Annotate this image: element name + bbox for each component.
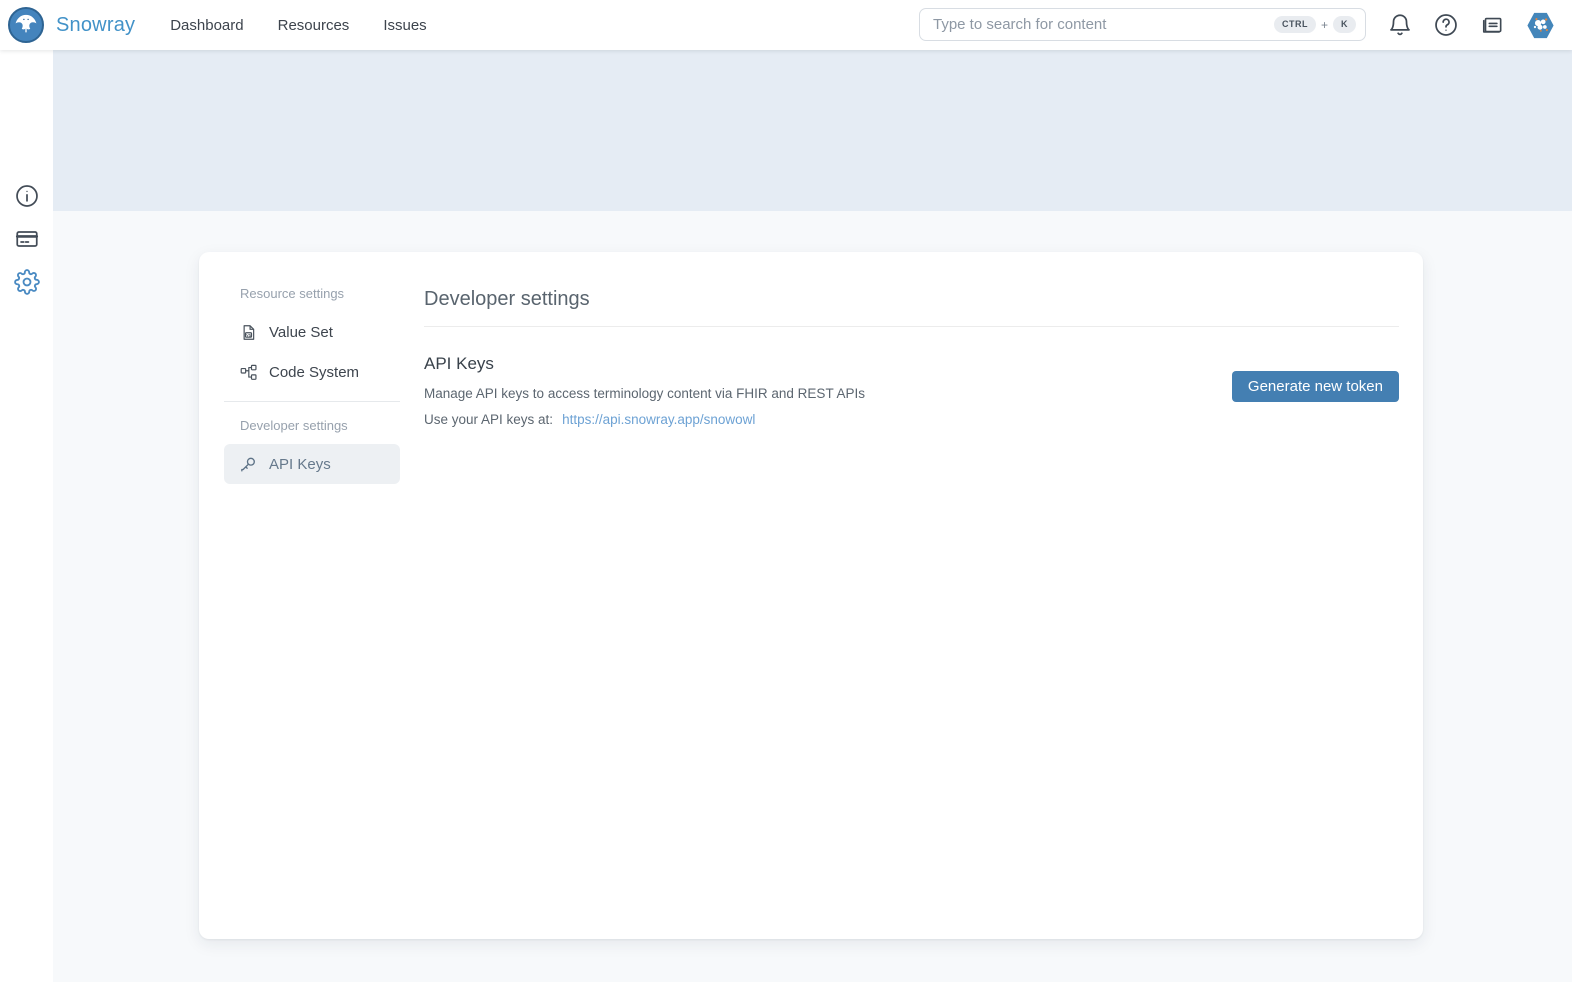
nav-item-dashboard[interactable]: Dashboard [170, 17, 243, 34]
shortcut-key-ctrl: CTRL [1274, 16, 1316, 33]
search-input[interactable] [933, 16, 1274, 33]
header-icon-group [1387, 0, 1556, 50]
global-search[interactable]: CTRL + K [919, 8, 1366, 41]
nav-item-api-keys[interactable]: API Keys [224, 444, 400, 484]
settings-card: Resource settings VS Value Set Code Syst… [199, 252, 1423, 939]
notifications-bell-icon[interactable] [1387, 12, 1413, 38]
code-system-icon [239, 363, 258, 382]
info-icon[interactable] [14, 183, 40, 209]
nav-item-label: Value Set [269, 324, 333, 341]
shortcut-plus: + [1321, 18, 1328, 32]
nav-section-heading-resource-settings: Resource settings [224, 278, 400, 312]
top-nav-bar: Snowray Dashboard Resources Issues CTRL … [0, 0, 1572, 50]
brand-name[interactable]: Snowray [56, 14, 135, 37]
nav-item-label: Code System [269, 364, 359, 381]
section-heading: API Keys [424, 354, 865, 374]
nav-item-label: API Keys [269, 456, 331, 473]
api-keys-section: API Keys Manage API keys to access termi… [424, 354, 1399, 427]
help-icon[interactable] [1433, 12, 1459, 38]
shortcut-key-k: K [1333, 16, 1356, 33]
snowray-logo[interactable] [8, 7, 44, 43]
primary-nav: Dashboard Resources Issues [170, 17, 426, 34]
title-divider [424, 326, 1399, 327]
nav-item-resources[interactable]: Resources [278, 17, 350, 34]
settings-content: Developer settings API Keys Manage API k… [424, 278, 1399, 939]
nav-divider [224, 401, 400, 402]
page-title: Developer settings [424, 288, 1399, 311]
svg-text:VS: VS [246, 333, 251, 337]
nav-item-value-set[interactable]: VS Value Set [224, 312, 400, 352]
value-set-icon: VS [239, 323, 258, 342]
user-avatar[interactable] [1525, 10, 1556, 41]
key-icon [239, 455, 258, 474]
settings-gear-icon[interactable] [14, 269, 40, 295]
news-icon[interactable] [1479, 12, 1505, 38]
billing-card-icon[interactable] [14, 226, 40, 252]
settings-nav: Resource settings VS Value Set Code Syst… [224, 278, 400, 939]
api-keys-text-block: API Keys Manage API keys to access termi… [424, 354, 865, 427]
section-description: Manage API keys to access terminology co… [424, 386, 865, 401]
app-sidebar [0, 50, 53, 982]
api-url-line: Use your API keys at: https://api.snowra… [424, 412, 865, 427]
nav-item-code-system[interactable]: Code System [224, 352, 400, 392]
nav-section-heading-developer-settings: Developer settings [224, 410, 400, 444]
api-url-label: Use your API keys at: [424, 412, 553, 427]
manta-ray-icon [13, 10, 39, 41]
generate-token-button[interactable]: Generate new token [1232, 371, 1399, 402]
api-url-link[interactable]: https://api.snowray.app/snowowl [562, 412, 755, 427]
nav-item-issues[interactable]: Issues [383, 17, 426, 34]
hero-band [53, 50, 1572, 211]
